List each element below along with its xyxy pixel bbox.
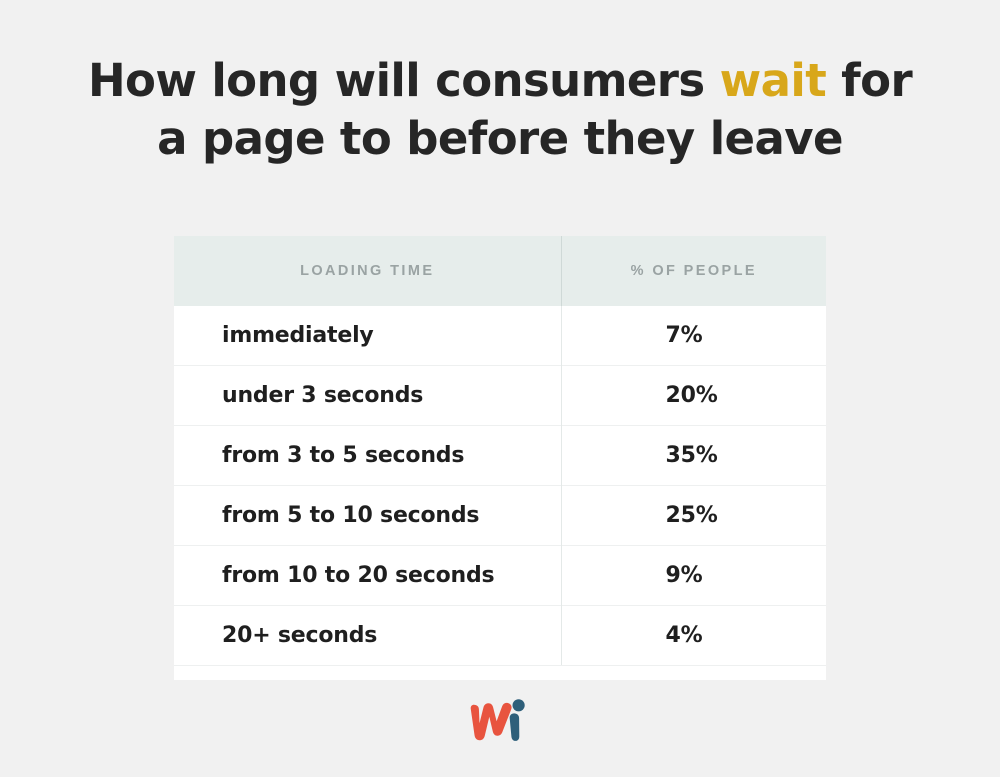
page-title: How long will consumers wait for a page … (0, 52, 1000, 168)
cell-percent: 9% (561, 545, 826, 606)
cell-loading-time: from 10 to 20 seconds (174, 545, 562, 606)
cell-loading-time: from 5 to 10 seconds (174, 485, 562, 546)
cell-percent: 4% (561, 605, 826, 665)
cell-loading-time: immediately (174, 306, 562, 366)
stats-table: LOADING TIME % OF PEOPLE immediately 7% … (174, 236, 826, 665)
wi-logo (470, 698, 530, 744)
table-row: 20+ seconds 4% (174, 605, 826, 665)
table-row: from 5 to 10 seconds 25% (174, 485, 826, 546)
table-row: from 3 to 5 seconds 35% (174, 425, 826, 486)
cell-loading-time: from 3 to 5 seconds (174, 425, 562, 486)
cell-loading-time: 20+ seconds (174, 605, 562, 665)
stats-table-container: LOADING TIME % OF PEOPLE immediately 7% … (174, 236, 826, 680)
logo-i-dot (512, 699, 525, 712)
title-line-2: a page to before they leave (157, 112, 843, 165)
logo-w-shape (470, 702, 512, 741)
column-header-percent-of-people: % OF PEOPLE (561, 236, 826, 306)
table-row: from 10 to 20 seconds 9% (174, 545, 826, 606)
logo-i-stem (509, 713, 520, 741)
cell-percent: 25% (561, 485, 826, 546)
cell-percent: 35% (561, 425, 826, 486)
table-header-row: LOADING TIME % OF PEOPLE (174, 236, 826, 306)
table-header: LOADING TIME % OF PEOPLE (174, 236, 826, 306)
table-row: under 3 seconds 20% (174, 365, 826, 426)
cell-percent: 7% (561, 306, 826, 366)
title-line-1: How long will consumers wait for (0, 52, 1000, 110)
table-row: immediately 7% (174, 306, 826, 366)
title-text-after: for (826, 54, 913, 107)
infographic-canvas: How long will consumers wait for a page … (0, 0, 1000, 777)
title-text-before: How long will consumers (87, 54, 720, 107)
table-bottom-padding (174, 665, 826, 680)
cell-percent: 20% (561, 365, 826, 426)
cell-loading-time: under 3 seconds (174, 365, 562, 426)
column-header-loading-time: LOADING TIME (174, 236, 562, 306)
wi-logo-icon (470, 699, 525, 741)
title-accent-word: wait (719, 54, 827, 107)
table-body: immediately 7% under 3 seconds 20% from … (174, 306, 826, 665)
